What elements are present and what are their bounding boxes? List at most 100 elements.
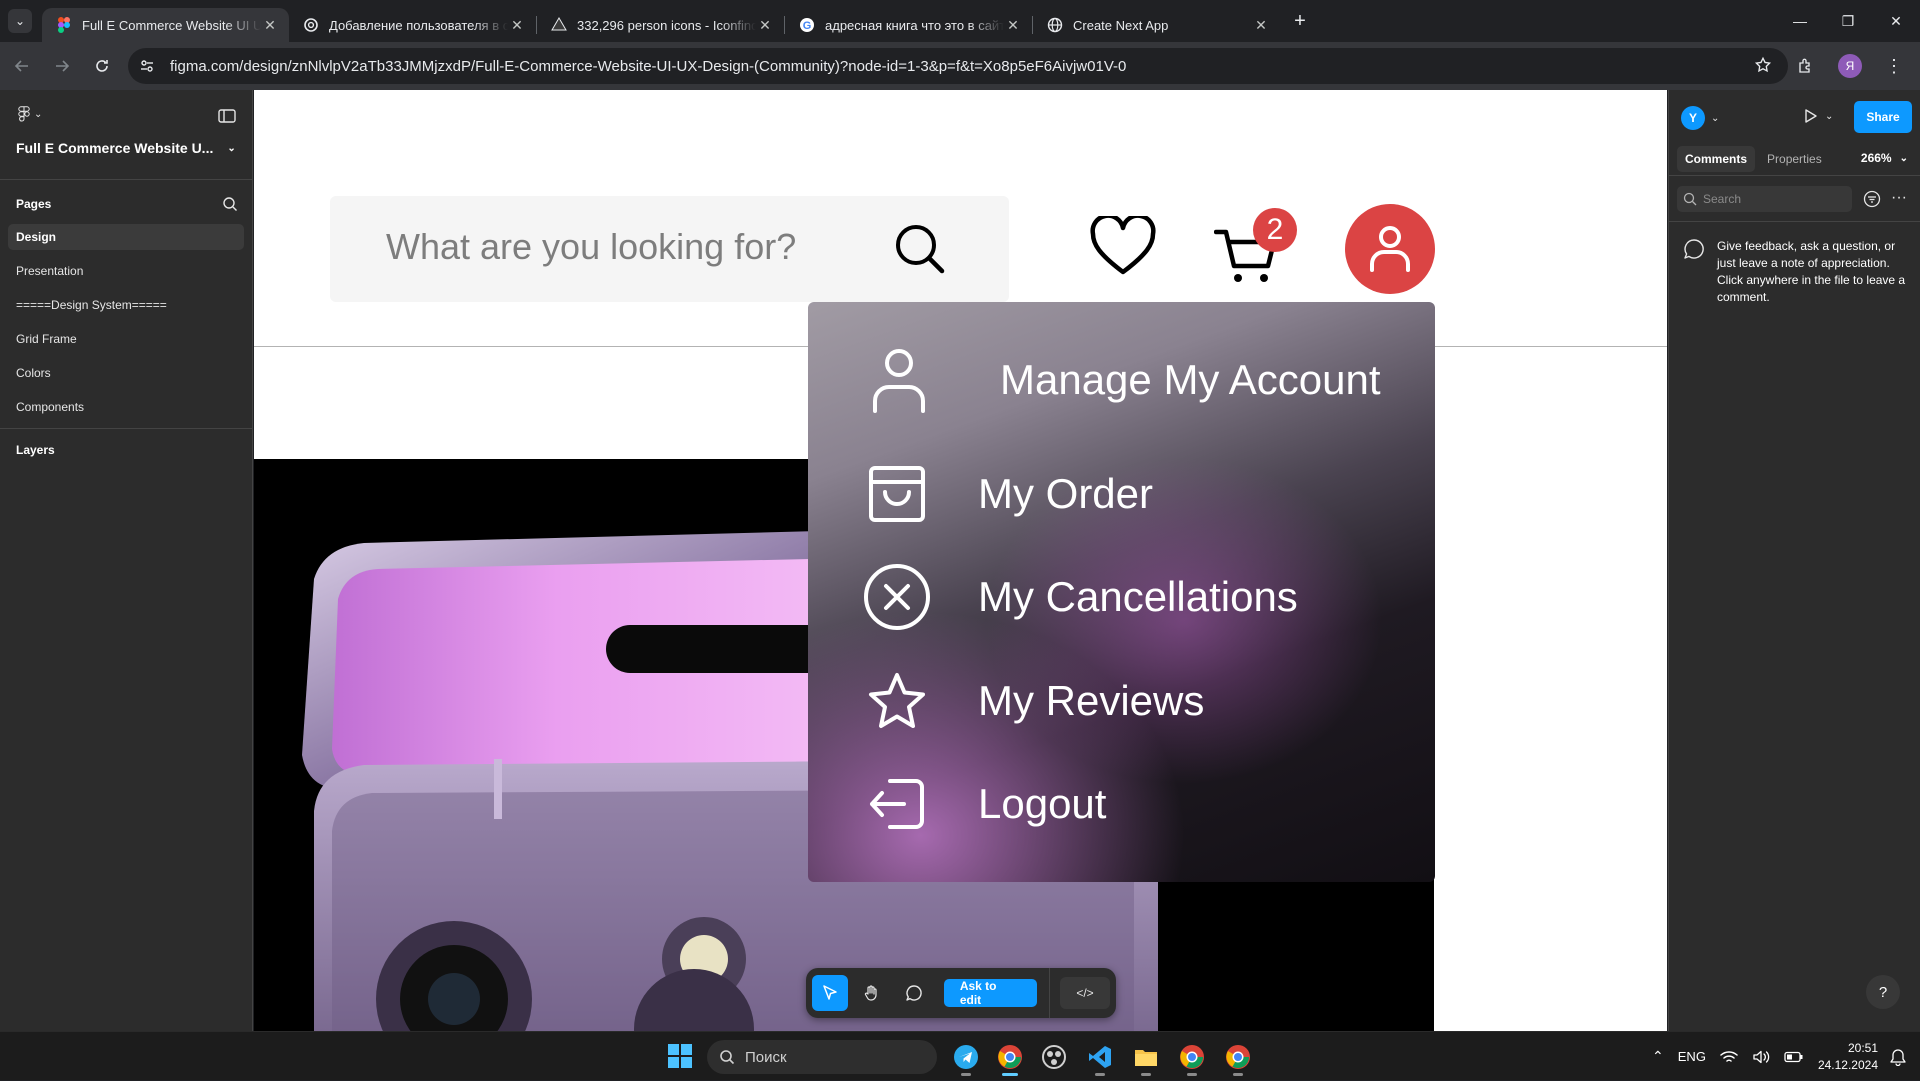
tab-close-icon[interactable]: ✕ bbox=[261, 17, 279, 34]
chevron-down-icon: ⌄ bbox=[1899, 152, 1908, 164]
page-item-design-system[interactable]: =====Design System===== bbox=[8, 292, 244, 318]
taskbar-search[interactable]: Поиск bbox=[707, 1040, 937, 1074]
heart-icon bbox=[1090, 216, 1156, 275]
ask-to-edit-button[interactable]: Ask to edit bbox=[943, 979, 1038, 1007]
browser-menu-icon[interactable]: ⋮ bbox=[1876, 48, 1912, 84]
zoom-level: 266% bbox=[1860, 151, 1892, 165]
logout-icon bbox=[862, 769, 932, 839]
search-bar[interactable]: What are you looking for? bbox=[330, 196, 1009, 302]
more-options-icon[interactable]: ··· bbox=[1891, 190, 1907, 206]
multiplayer-user-button[interactable]: Y ⌄ bbox=[1681, 106, 1719, 130]
hand-icon bbox=[864, 985, 877, 1001]
cancel-circle-icon bbox=[862, 562, 932, 632]
address-bar[interactable]: figma.com/design/znNlvlpV2aTb33JMMjzxdP/… bbox=[128, 48, 1788, 84]
menu-item-label: My Cancellations bbox=[978, 573, 1298, 620]
browser-tab-0[interactable]: Full E Commerce Website UI UX ✕ bbox=[42, 8, 289, 42]
new-tab-button[interactable]: + bbox=[1286, 7, 1314, 35]
battery-icon[interactable] bbox=[1784, 1051, 1804, 1063]
file-header: ⌄ Full E Commerce Website U... ⌄ bbox=[0, 90, 252, 180]
search-placeholder: What are you looking for? bbox=[386, 226, 797, 267]
figma-menu-button[interactable]: ⌄ bbox=[18, 106, 42, 122]
comments-empty-hint: Give feedback, ask a question, or just l… bbox=[1669, 222, 1920, 322]
wifi-icon[interactable] bbox=[1720, 1050, 1738, 1064]
page-item-design[interactable]: Design bbox=[8, 224, 244, 250]
file-name-button[interactable]: Full E Commerce Website U... ⌄ bbox=[16, 140, 236, 156]
chrome-profile-b-icon[interactable] bbox=[1220, 1040, 1256, 1076]
zoom-control[interactable]: 266% ⌄ bbox=[1861, 151, 1908, 165]
running-indicator bbox=[1141, 1073, 1151, 1076]
page-item-components[interactable]: Components bbox=[8, 394, 244, 420]
search-icon bbox=[1683, 192, 1697, 205]
chevron-down-icon: ⌄ bbox=[1711, 112, 1720, 124]
menu-item-my-reviews[interactable]: My Reviews bbox=[808, 651, 1435, 751]
menu-item-manage-account[interactable]: Manage My Account bbox=[808, 330, 1435, 430]
reload-icon[interactable] bbox=[84, 48, 120, 84]
comments-search[interactable] bbox=[1677, 185, 1852, 212]
close-window-icon[interactable]: ✕ bbox=[1872, 0, 1920, 42]
extensions-icon[interactable] bbox=[1788, 48, 1824, 84]
tray-overflow-icon[interactable]: ⌃ bbox=[1652, 1048, 1664, 1065]
filter-icon[interactable] bbox=[1863, 190, 1881, 213]
comments-search-row: ··· bbox=[1669, 176, 1920, 222]
vscode-app-icon[interactable] bbox=[1082, 1040, 1118, 1076]
back-icon[interactable] bbox=[4, 48, 40, 84]
hand-tool-button[interactable] bbox=[854, 975, 890, 1011]
search-icon[interactable] bbox=[222, 196, 238, 212]
page-item-presentation[interactable]: Presentation bbox=[8, 258, 244, 284]
obs-app-icon[interactable] bbox=[1036, 1040, 1072, 1074]
profile-avatar[interactable]: Я bbox=[1832, 48, 1868, 84]
chrome-profile-a-icon[interactable] bbox=[1174, 1040, 1210, 1076]
help-button[interactable]: ? bbox=[1866, 975, 1900, 1009]
tab-properties[interactable]: Properties bbox=[1759, 146, 1830, 172]
present-button[interactable]: ⌄ bbox=[1803, 108, 1833, 124]
shopping-bag-icon bbox=[862, 459, 932, 529]
browser-tab-4[interactable]: Create Next App ✕ bbox=[1033, 8, 1280, 42]
menu-item-logout[interactable]: Logout bbox=[808, 754, 1435, 854]
comments-search-input[interactable] bbox=[1703, 191, 1843, 206]
minimize-icon[interactable]: — bbox=[1776, 0, 1824, 42]
forward-icon[interactable] bbox=[44, 48, 80, 84]
chrome-app-icon[interactable] bbox=[992, 1040, 1028, 1076]
dev-mode-button[interactable]: </> bbox=[1060, 977, 1110, 1009]
move-tool-button[interactable] bbox=[812, 975, 848, 1011]
clock-date: 24.12.2024 bbox=[1817, 1057, 1878, 1072]
cart-count-badge: 2 bbox=[1253, 208, 1297, 252]
language-indicator[interactable]: ENG bbox=[1678, 1049, 1706, 1064]
tab-close-icon[interactable]: ✕ bbox=[508, 17, 526, 34]
tab-close-icon[interactable]: ✕ bbox=[756, 17, 774, 34]
play-icon bbox=[1805, 109, 1817, 123]
menu-item-my-order[interactable]: My Order bbox=[808, 444, 1435, 544]
restore-icon[interactable]: ❐ bbox=[1824, 0, 1872, 42]
browser-tab-1[interactable]: Добавление пользователя в с ✕ bbox=[289, 8, 536, 42]
comment-tool-button[interactable] bbox=[896, 975, 932, 1011]
telegram-app-icon[interactable] bbox=[948, 1040, 984, 1076]
taskbar-search-label: Поиск bbox=[745, 1048, 787, 1066]
panel-toggle-icon[interactable] bbox=[218, 108, 236, 129]
notification-bell-icon[interactable] bbox=[1890, 1048, 1906, 1066]
tab-close-icon[interactable]: ✕ bbox=[1252, 17, 1270, 34]
toolbar-right: Я ⋮ bbox=[1788, 42, 1920, 90]
file-explorer-app-icon[interactable] bbox=[1128, 1040, 1164, 1076]
page-item-grid-frame[interactable]: Grid Frame bbox=[8, 326, 244, 352]
design-canvas[interactable]: What are you looking for? 2 Manage My Ac… bbox=[254, 90, 1667, 1031]
browser-tab-2[interactable]: 332,296 person icons - Iconfind ✕ bbox=[537, 8, 784, 42]
user-icon bbox=[864, 345, 934, 415]
window-controls: — ❐ ✕ bbox=[1776, 0, 1920, 42]
system-clock[interactable]: 20:51 24.12.2024 bbox=[1818, 1040, 1878, 1074]
globe-icon bbox=[1047, 17, 1063, 33]
account-avatar-button[interactable] bbox=[1345, 204, 1435, 294]
page-item-colors[interactable]: Colors bbox=[8, 360, 244, 386]
volume-icon[interactable] bbox=[1752, 1050, 1770, 1064]
share-button[interactable]: Share bbox=[1854, 101, 1912, 133]
tab-comments[interactable]: Comments bbox=[1677, 145, 1756, 172]
layers-header: Layers bbox=[16, 443, 55, 457]
bookmark-star-icon[interactable] bbox=[1754, 56, 1772, 79]
menu-item-my-cancellations[interactable]: My Cancellations bbox=[808, 547, 1435, 647]
running-indicator bbox=[1187, 1073, 1197, 1076]
tab-search-button[interactable]: ⌄ bbox=[8, 9, 32, 33]
browser-tab-3[interactable]: G адресная книга что это в сайт ✕ bbox=[785, 8, 1032, 42]
tab-close-icon[interactable]: ✕ bbox=[1004, 17, 1022, 34]
site-info-icon[interactable] bbox=[132, 51, 162, 81]
windows-start-icon[interactable] bbox=[667, 1043, 693, 1074]
comment-icon bbox=[906, 985, 922, 1001]
